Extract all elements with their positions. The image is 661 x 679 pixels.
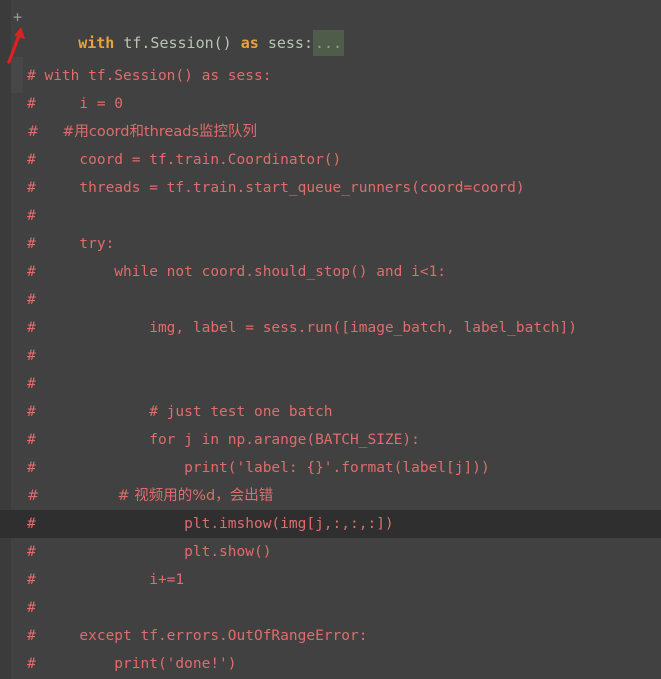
fold-placeholder-ellipsis[interactable]: ... — [313, 30, 345, 56]
code-line[interactable]: # with tf.Session() as sess: — [0, 62, 661, 90]
code-line[interactable]: # img, label = sess.run([image_batch, la… — [0, 314, 661, 342]
code-line-text: # except tf.errors.OutOfRangeError: — [27, 628, 368, 644]
code-line[interactable]: # — [0, 342, 661, 370]
code-line-text: # — [27, 376, 36, 392]
code-line[interactable]: # — [0, 370, 661, 398]
colon-punct: : — [303, 34, 313, 52]
code-line-text: # # just test one batch — [27, 404, 333, 420]
code-line-text: # — [27, 208, 36, 224]
code-line-text: # print('label: {}'.format(label[j])) — [27, 460, 490, 476]
code-line[interactable]: # i = 0 — [0, 90, 661, 118]
code-line[interactable]: # for j in np.arange(BATCH_SIZE): — [0, 426, 661, 454]
code-line-text: # plt.imshow(img[j,:,:,:]) — [27, 516, 394, 532]
code-line[interactable]: # print('label: {}'.format(label[j])) — [0, 454, 661, 482]
fold-expand-icon[interactable]: + — [13, 4, 22, 30]
keyword-as: as — [240, 34, 259, 52]
code-line[interactable]: # print('done!') — [0, 650, 661, 678]
code-line[interactable]: # threads = tf.train.start_queue_runners… — [0, 174, 661, 202]
code-line[interactable]: # — [0, 286, 661, 314]
code-line-text: # with tf.Session() as sess: — [27, 68, 272, 84]
folded-code-line[interactable]: + with tf.Session() as sess:... — [0, 4, 661, 56]
code-line[interactable]: # #用coord和threads监控队列 — [0, 118, 661, 146]
code-line[interactable]: # # 视频用的%d，会出错 — [0, 482, 661, 510]
code-line[interactable]: # except tf.errors.OutOfRangeError: — [0, 622, 661, 650]
code-editor[interactable]: + with tf.Session() as sess:... # with t… — [0, 0, 661, 679]
code-line-text: # — [27, 348, 36, 364]
code-line[interactable]: # coord = tf.train.Coordinator() — [0, 146, 661, 174]
code-line[interactable]: # i+=1 — [0, 566, 661, 594]
code-line-text: # print('done!') — [27, 656, 237, 672]
code-line-text: # i+=1 — [27, 572, 185, 588]
code-line-text: # plt.show() — [27, 544, 272, 560]
expr-session: tf.Session() — [114, 34, 241, 52]
code-line-text: # — [27, 292, 36, 308]
code-line-list: # with tf.Session() as sess: # i = 0 # #用c… — [0, 62, 661, 678]
code-line[interactable]: # — [0, 594, 661, 622]
code-line-text: # — [27, 600, 36, 616]
code-line-text: # img, label = sess.run([image_batch, la… — [27, 320, 577, 336]
code-line[interactable]: # # just test one batch — [0, 398, 661, 426]
code-line-text: # for j in np.arange(BATCH_SIZE): — [27, 432, 420, 448]
code-line-text: # coord = tf.train.Coordinator() — [27, 152, 342, 168]
code-line-text: # #用coord和threads监控队列 — [27, 124, 258, 140]
code-line[interactable]: # try: — [0, 230, 661, 258]
code-line-text: # # 视频用的%d，会出错 — [27, 488, 274, 504]
code-line-text: # threads = tf.train.start_queue_runners… — [27, 180, 525, 196]
code-line-text: # while not coord.should_stop() and i<1: — [27, 264, 447, 280]
code-line[interactable]: # plt.imshow(img[j,:,:,:]) — [0, 510, 661, 538]
code-line[interactable]: # — [0, 202, 661, 230]
code-line[interactable]: # plt.show() — [0, 538, 661, 566]
code-line-text: # i = 0 — [27, 96, 124, 112]
identifier-sess: sess — [258, 34, 304, 52]
code-line[interactable]: # while not coord.should_stop() and i<1: — [0, 258, 661, 286]
code-line-text: # try: — [27, 236, 115, 252]
keyword-with: with — [78, 34, 115, 52]
